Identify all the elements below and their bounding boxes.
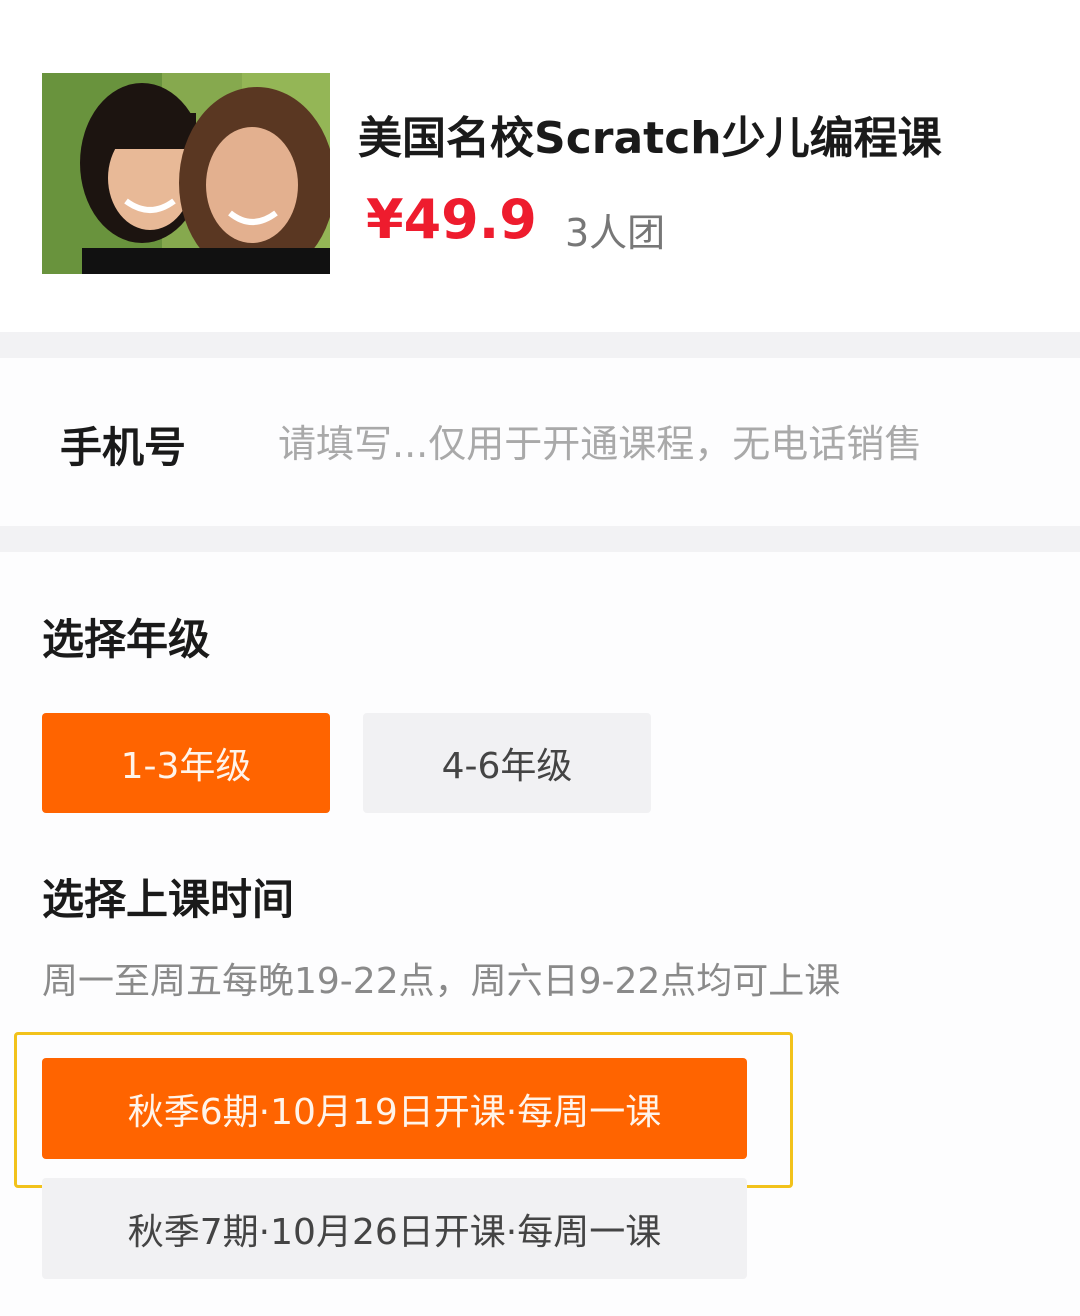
grade-section-title: 选择年级	[42, 615, 211, 664]
grade-option-1-3[interactable]: 1-3年级	[42, 713, 330, 813]
section-divider	[0, 332, 1080, 358]
section-divider	[0, 526, 1080, 552]
phone-label: 手机号	[60, 423, 187, 472]
photo-illustration	[42, 73, 330, 274]
group-buy-label: 3人团	[565, 211, 666, 255]
schedule-note: 周一至周五每晚19-22点，周六日9-22点均可上课	[42, 961, 841, 1002]
schedule-option-autumn-6[interactable]: 秋季6期·10月19日开课·每周一课	[42, 1058, 747, 1159]
grade-option-4-6[interactable]: 4-6年级	[363, 713, 651, 813]
product-title: 美国名校Scratch少儿编程课	[358, 113, 942, 164]
phone-input[interactable]	[278, 416, 1038, 472]
schedule-section-title: 选择上课时间	[42, 875, 295, 924]
schedule-option-autumn-7[interactable]: 秋季7期·10月26日开课·每周一课	[42, 1178, 747, 1279]
product-price: ¥49.9	[366, 188, 537, 251]
product-header: 美国名校Scratch少儿编程课 ¥49.9 3人团	[0, 0, 1080, 332]
product-image	[42, 73, 330, 274]
